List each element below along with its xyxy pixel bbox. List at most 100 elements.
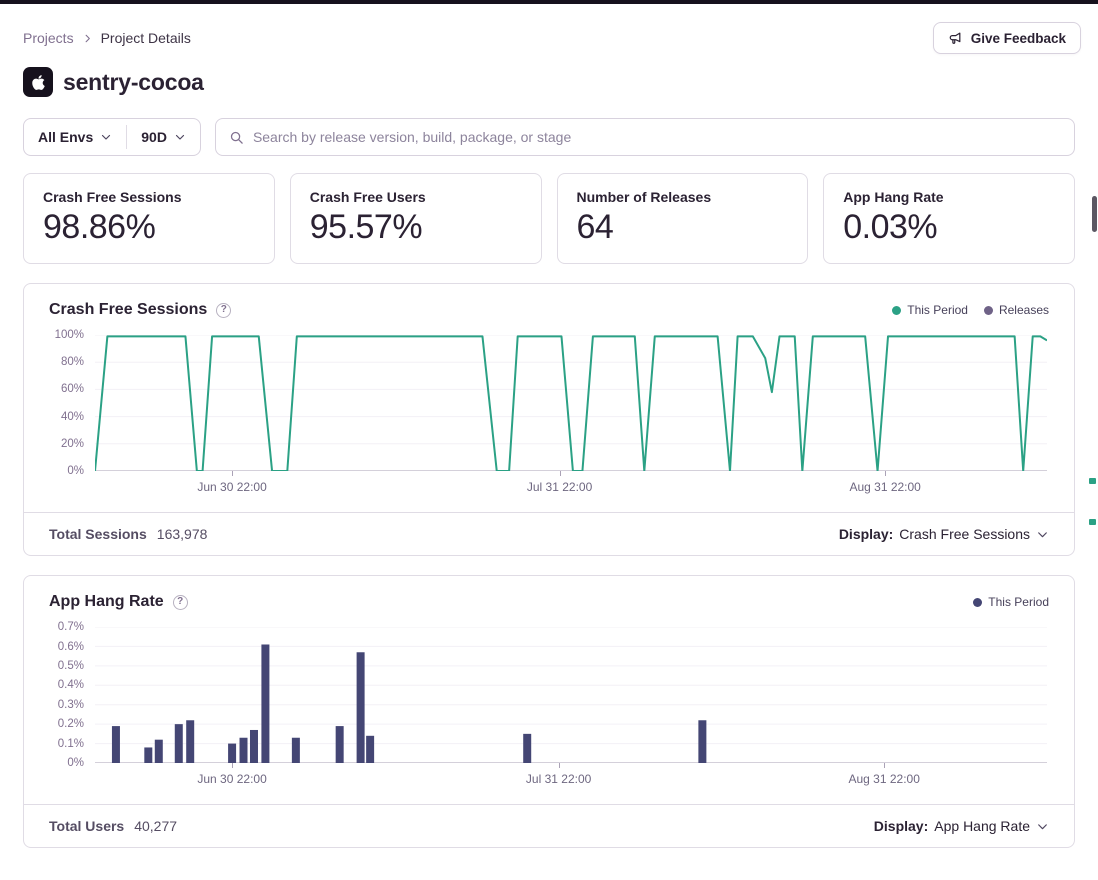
- megaphone-icon: [948, 31, 963, 46]
- give-feedback-button[interactable]: Give Feedback: [933, 22, 1081, 54]
- y-tick-label: 80%: [61, 356, 84, 368]
- y-tick-label: 0%: [67, 757, 84, 769]
- total-users-label: Total Users: [49, 818, 124, 834]
- environment-filter-button[interactable]: All Envs: [24, 119, 126, 155]
- legend-label: This Period: [907, 303, 968, 317]
- panel-title: App Hang Rate: [49, 593, 164, 611]
- display-select[interactable]: Display: App Hang Rate: [874, 818, 1049, 834]
- filter-group: All Envs 90D: [23, 118, 201, 156]
- legend-item-this-period[interactable]: This Period: [892, 303, 968, 317]
- bar: [292, 738, 300, 763]
- app-hang-rate-chart[interactable]: [95, 627, 1047, 763]
- stat-value: 0.03%: [843, 208, 1055, 247]
- chevron-down-icon: [1036, 820, 1049, 833]
- y-tick-label: 0.3%: [58, 699, 84, 711]
- stat-label: Crash Free Sessions: [43, 189, 255, 205]
- display-label: Display:: [874, 818, 928, 834]
- y-tick-label: 60%: [61, 383, 84, 395]
- display-value: Crash Free Sessions: [899, 526, 1030, 542]
- stat-value: 98.86%: [43, 208, 255, 247]
- y-tick-label: 100%: [55, 329, 84, 341]
- date-range-filter-button[interactable]: 90D: [127, 119, 200, 155]
- project-details-page: Projects Project Details Give Feedback s…: [0, 22, 1098, 848]
- clipped-scrollbar-fragment[interactable]: [1092, 196, 1097, 232]
- date-range-filter-label: 90D: [141, 129, 167, 145]
- x-tick-mark: [232, 763, 233, 768]
- chart-legend: This Period: [973, 595, 1049, 609]
- bar: [155, 740, 163, 763]
- x-tick-mark: [884, 763, 885, 768]
- y-tick-label: 20%: [61, 438, 84, 450]
- bar: [250, 730, 258, 763]
- stat-label: Crash Free Users: [310, 189, 522, 205]
- clipped-chart-fragment: [1089, 519, 1096, 525]
- search-icon: [229, 130, 244, 145]
- legend-dot-icon: [973, 598, 982, 607]
- chart-legend: This Period Releases: [892, 303, 1049, 317]
- line-series-this-period: [95, 336, 1047, 471]
- clipped-chart-fragment: [1089, 478, 1096, 484]
- crash-free-sessions-chart[interactable]: [95, 335, 1047, 471]
- y-tick-label: 0.7%: [58, 621, 84, 633]
- stat-card-crash-free-users: Crash Free Users95.57%: [290, 173, 542, 264]
- top-accent-bar: [0, 0, 1098, 4]
- display-select[interactable]: Display: Crash Free Sessions: [839, 526, 1049, 542]
- bar: [261, 645, 269, 764]
- display-value: App Hang Rate: [934, 818, 1030, 834]
- panel-title: Crash Free Sessions: [49, 301, 207, 319]
- x-tick-label: Jul 31 22:00: [527, 480, 592, 494]
- x-tick-mark: [232, 471, 233, 476]
- x-tick-mark: [560, 471, 561, 476]
- legend-dot-icon: [984, 306, 993, 315]
- y-tick-label: 0.2%: [58, 718, 84, 730]
- release-search-input[interactable]: [253, 129, 1061, 145]
- bar: [240, 738, 248, 763]
- x-tick-label: Jun 30 22:00: [197, 772, 266, 786]
- y-tick-label: 0.6%: [58, 641, 84, 653]
- release-search-box[interactable]: [215, 118, 1075, 156]
- stat-card-crash-free-sessions: Crash Free Sessions 98.86%: [23, 173, 275, 264]
- x-tick-mark: [559, 763, 560, 768]
- x-axis-labels: Jun 30 22:00 Jul 31 22:00 Aug 31 22:00: [95, 471, 1047, 501]
- y-tick-label: 0.5%: [58, 660, 84, 672]
- stat-card-number-of-releases: Number of Releases64: [557, 173, 809, 264]
- give-feedback-label: Give Feedback: [971, 31, 1066, 46]
- apple-platform-icon: [23, 67, 53, 97]
- y-tick-label: 40%: [61, 411, 84, 423]
- legend-item-this-period[interactable]: This Period: [973, 595, 1049, 609]
- bar: [144, 748, 152, 764]
- x-tick-label: Aug 31 22:00: [849, 772, 920, 786]
- y-axis-labels: 0.7%0.6%0.5%0.4%0.3%0.2%0.1%0%: [24, 627, 84, 763]
- chevron-down-icon: [100, 131, 112, 143]
- environment-filter-label: All Envs: [38, 129, 93, 145]
- bar: [698, 720, 706, 763]
- breadcrumb: Projects Project Details: [23, 30, 191, 46]
- legend-item-releases[interactable]: Releases: [984, 303, 1049, 317]
- x-axis-labels: Jun 30 22:00Jul 31 22:00Aug 31 22:00: [95, 763, 1047, 793]
- bar: [357, 652, 365, 763]
- total-sessions-label: Total Sessions: [49, 526, 147, 542]
- help-icon[interactable]: ?: [216, 303, 231, 318]
- app-hang-rate-panel: App Hang Rate ? This Period 0.7% 0.6% 0.5%…: [23, 575, 1075, 848]
- bar: [186, 720, 194, 763]
- display-label: Display:: [839, 526, 893, 542]
- legend-dot-icon: [892, 306, 901, 315]
- y-axis-labels: 100%80%60%40%20%0%: [24, 335, 84, 471]
- page-title: sentry-cocoa: [63, 69, 204, 96]
- chevron-right-icon: [82, 33, 93, 44]
- y-tick-label: 0.1%: [58, 738, 84, 750]
- bar: [336, 726, 344, 763]
- x-tick-mark: [885, 471, 886, 476]
- x-tick-label: Aug 31 22:00: [849, 480, 920, 494]
- stats-row: Crash Free Sessions 98.86% Crash Free User…: [23, 173, 1075, 264]
- stat-value: 64: [577, 208, 789, 247]
- total-sessions-value: 163,978: [157, 526, 208, 542]
- bar: [228, 744, 236, 763]
- x-tick-label: Jun 30 22:00: [197, 480, 266, 494]
- legend-label: Releases: [999, 303, 1049, 317]
- bar: [523, 734, 531, 763]
- breadcrumb-projects-link[interactable]: Projects: [23, 30, 74, 46]
- help-icon[interactable]: ?: [173, 595, 188, 610]
- total-users-value: 40,277: [134, 818, 177, 834]
- y-tick-label: 0%: [67, 465, 84, 477]
